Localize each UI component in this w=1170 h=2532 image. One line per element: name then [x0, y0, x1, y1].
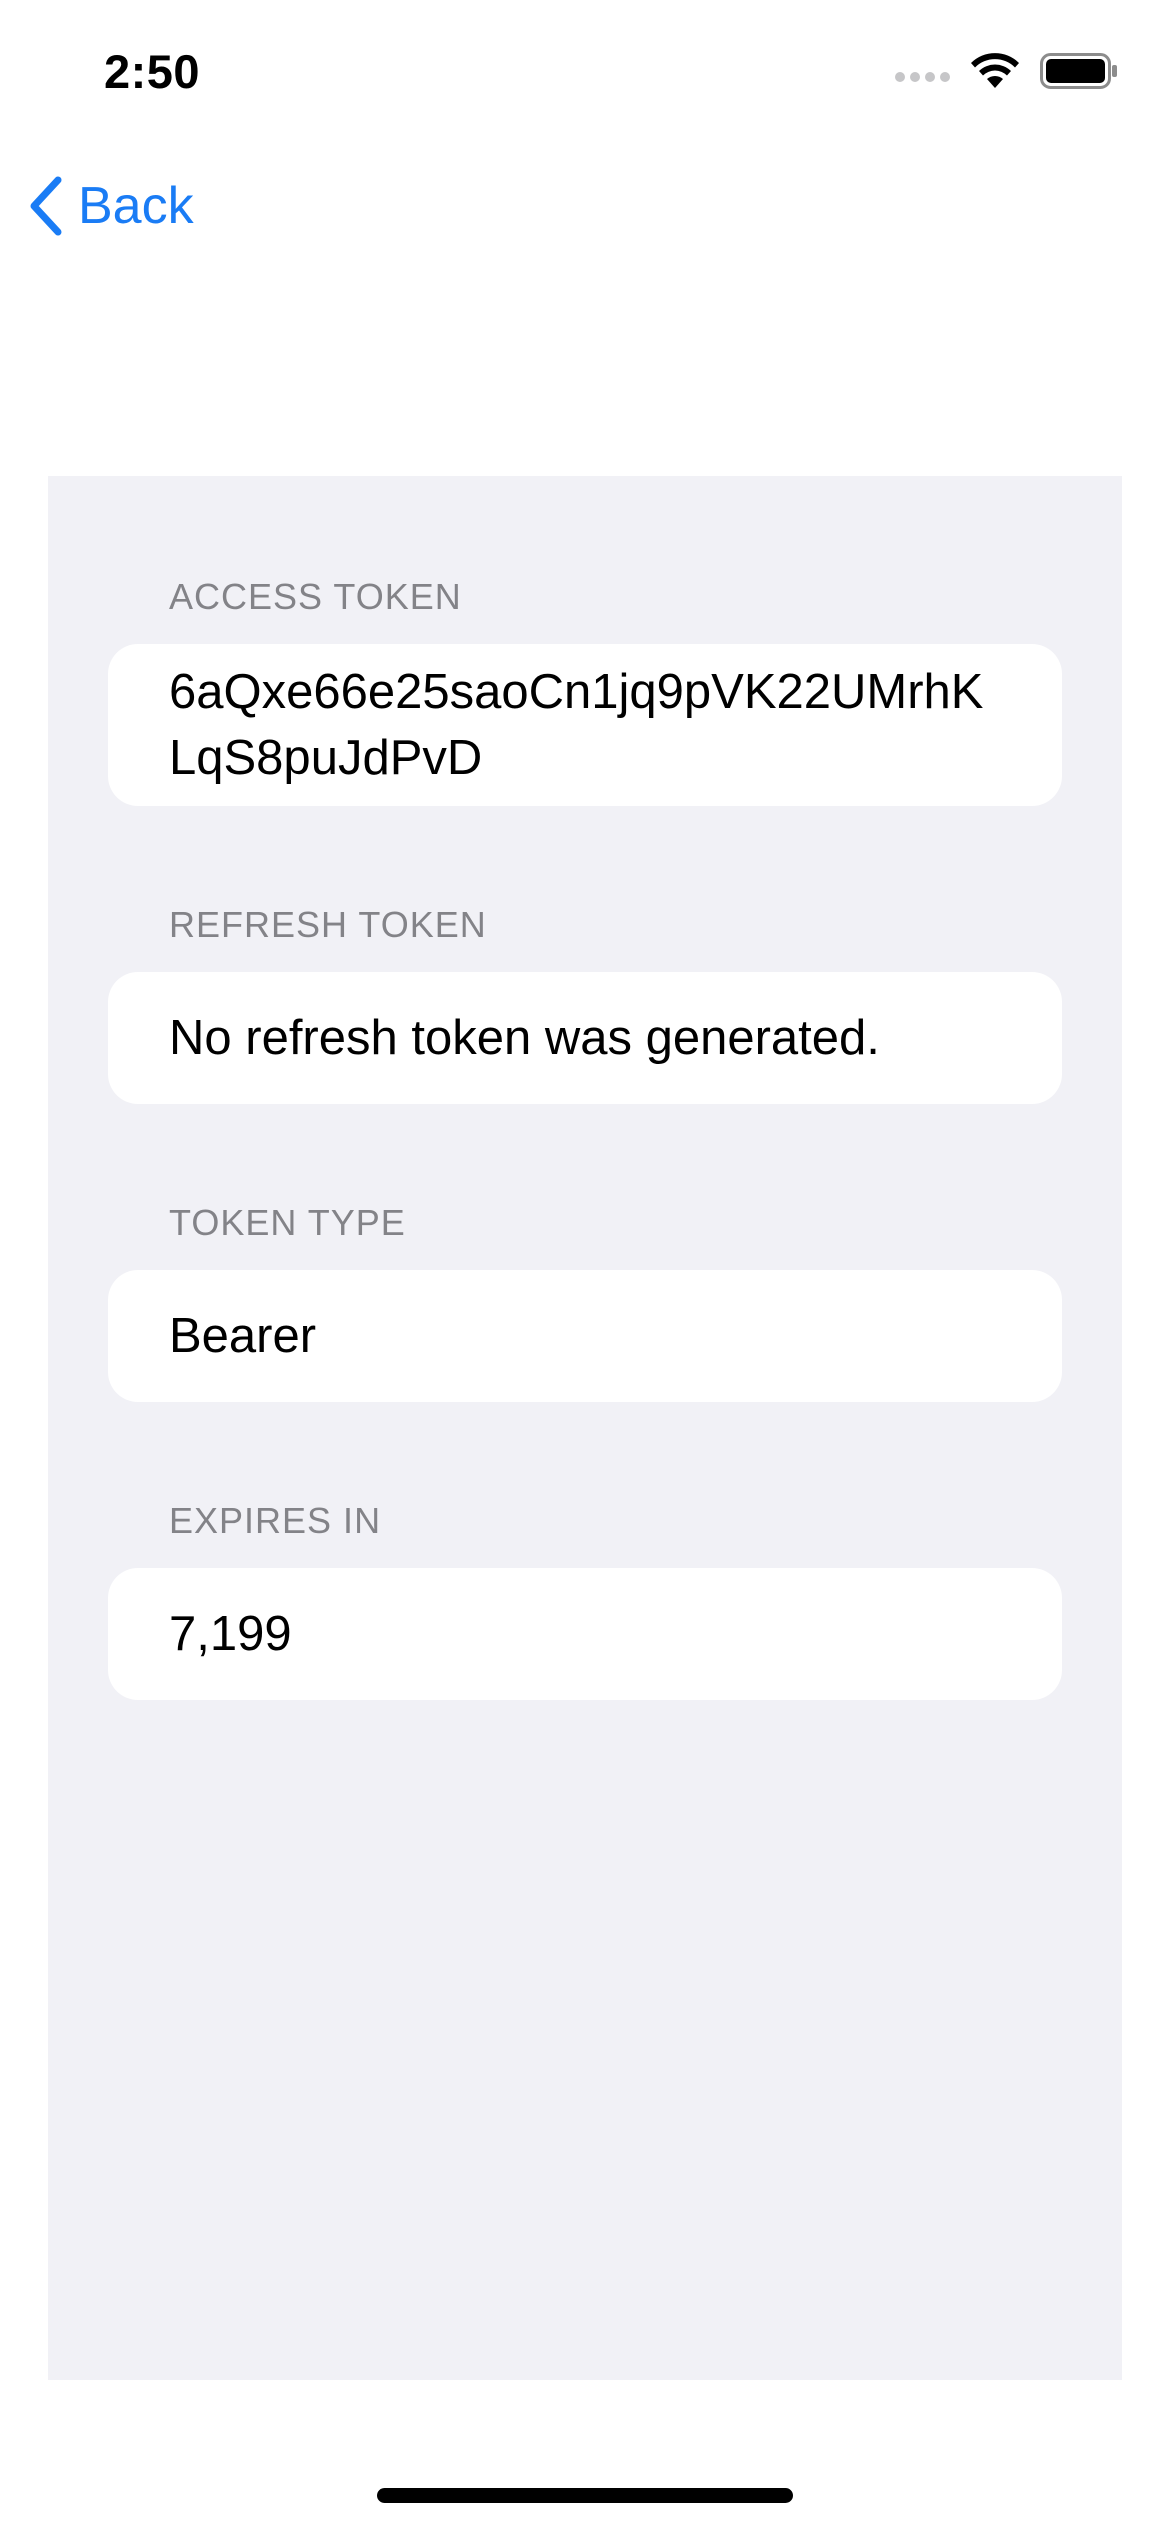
status-time: 2:50 [104, 45, 201, 98]
expires-in-cell: 7,199 [108, 1568, 1062, 1700]
expires-in-value: 7,199 [169, 1607, 292, 1661]
access-token-value: 6aQxe66e25saoCn1jq9pVK22UMrhKLqS8puJdPvD [169, 665, 984, 785]
status-bar: 2:50 [0, 0, 1170, 150]
battery-icon [1040, 53, 1117, 89]
back-button[interactable]: Back [26, 170, 194, 242]
status-icons [895, 52, 1118, 90]
access-token-header: ACCESS TOKEN [169, 576, 462, 617]
chevron-left-icon [30, 176, 62, 236]
wifi-icon [971, 53, 1019, 88]
cellular-signal-icon [895, 72, 950, 82]
home-indicator[interactable] [377, 2488, 793, 2503]
refresh-token-header: REFRESH TOKEN [169, 904, 487, 945]
token-details-panel: ACCESS TOKEN 6aQxe66e25saoCn1jq9pVK22UMr… [48, 476, 1122, 2380]
expires-in-header: EXPIRES IN [169, 1500, 382, 1541]
refresh-token-cell: No refresh token was generated. [108, 972, 1062, 1104]
back-button-label: Back [78, 177, 194, 235]
access-token-cell: 6aQxe66e25saoCn1jq9pVK22UMrhKLqS8puJdPvD [108, 644, 1062, 806]
token-type-header: TOKEN TYPE [169, 1202, 406, 1243]
refresh-token-value: No refresh token was generated. [169, 1011, 880, 1065]
token-type-value: Bearer [169, 1309, 317, 1363]
token-type-cell: Bearer [108, 1270, 1062, 1402]
